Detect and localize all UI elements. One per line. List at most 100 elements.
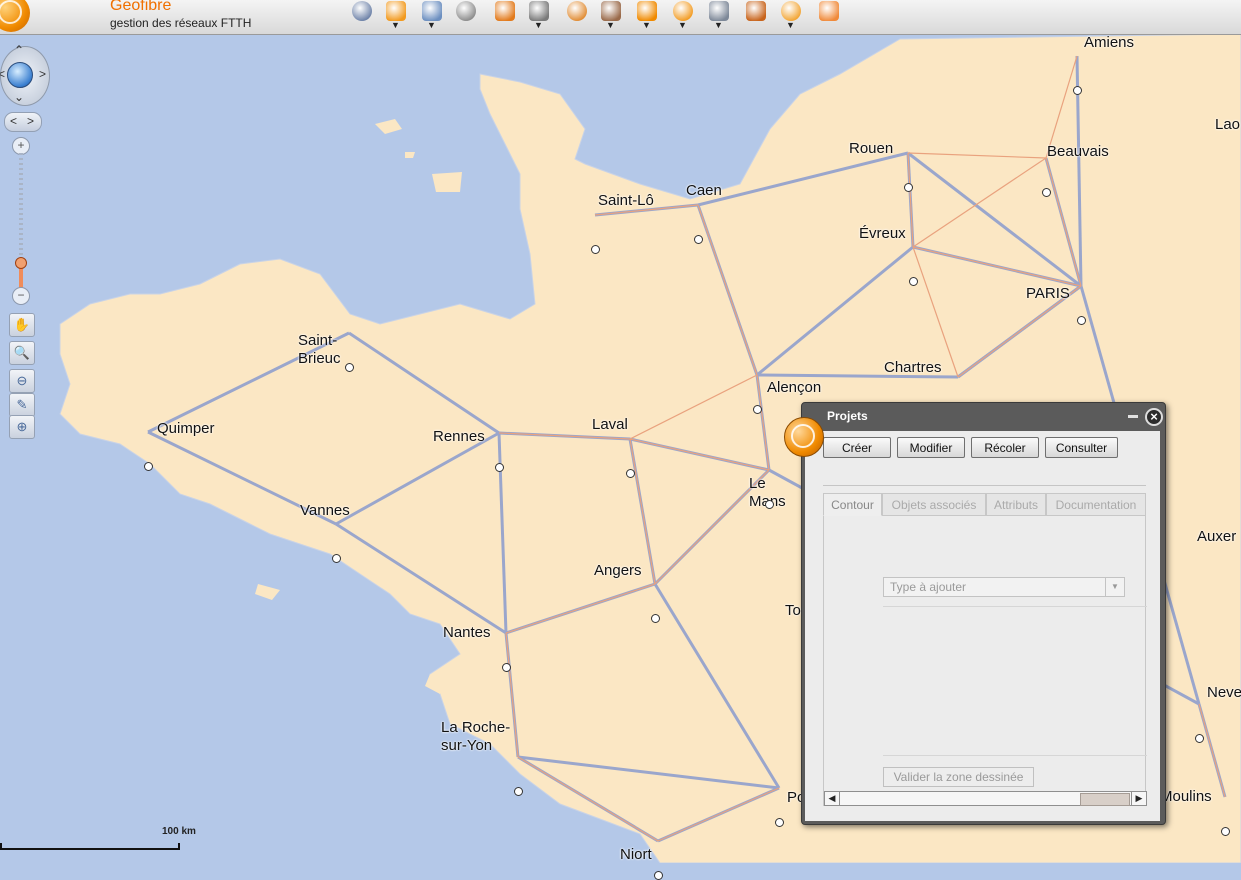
city-marker[interactable] [1042, 188, 1051, 197]
dropdown-arrow-icon[interactable]: ▼ [534, 20, 543, 30]
scroll-right-icon[interactable]: ▶ [1131, 792, 1146, 805]
city-marker[interactable] [1077, 316, 1086, 325]
city-marker[interactable] [332, 554, 341, 563]
pan-control[interactable]: ⌃ ⌄ < > [0, 43, 50, 106]
city-marker[interactable] [591, 245, 600, 254]
city-label: Rouen [849, 140, 894, 157]
city-marker[interactable] [909, 277, 918, 286]
panel-body: Créer Modifier Récoler Consulter Contour… [805, 431, 1160, 821]
city-label: Saint-Lô [598, 192, 654, 209]
city-marker[interactable] [495, 463, 504, 472]
city-label: Évreux [859, 225, 906, 242]
recoler-button[interactable]: Récoler [971, 437, 1039, 458]
city-label: Neve [1207, 684, 1241, 701]
city-label: Caen [686, 182, 722, 199]
globe-icon[interactable] [7, 62, 33, 88]
city-marker[interactable] [144, 462, 153, 471]
tab-contour[interactable]: Contour [823, 493, 882, 516]
globe-tool-button[interactable]: ▼ [634, 1, 660, 31]
users-icon [819, 1, 839, 21]
land-channel-island-2 [432, 172, 462, 192]
tab-attributs[interactable]: Attributs [986, 493, 1046, 516]
scale-label: 100 km [162, 826, 196, 837]
dropdown-arrow-icon[interactable]: ▼ [786, 20, 795, 30]
save-tool-button[interactable]: ▼ [670, 1, 696, 31]
pie-chart-tool-button[interactable] [492, 1, 518, 31]
history-forward-icon[interactable]: > [27, 114, 34, 128]
chevron-down-icon[interactable]: ▼ [1105, 578, 1124, 596]
city-label: Moulins [1160, 788, 1212, 805]
city-marker[interactable] [654, 871, 663, 880]
city-label: Angers [594, 562, 642, 579]
hand-pan-icon[interactable]: ✋ [9, 313, 35, 337]
dropdown-arrow-icon[interactable]: ▼ [427, 20, 436, 30]
city-label: Vannes [300, 502, 350, 519]
scroll-thumb[interactable] [1080, 793, 1130, 806]
consulter-button[interactable]: Consulter [1045, 437, 1118, 458]
divider [823, 485, 1146, 486]
dropdown-arrow-icon[interactable]: ▼ [391, 20, 400, 30]
map-pin-tool-button[interactable] [349, 1, 375, 31]
gear-icon [781, 1, 801, 21]
scroll-left-icon[interactable]: ◀ [825, 792, 840, 805]
close-icon[interactable]: × [1145, 408, 1163, 426]
city-marker[interactable] [502, 663, 511, 672]
layers-tool-button[interactable]: ▼ [419, 1, 445, 31]
pan-right-arrow-icon[interactable]: > [39, 67, 46, 81]
wrench-tool-button[interactable]: ▼ [526, 1, 552, 31]
creer-button[interactable]: Créer [823, 437, 891, 458]
minimize-icon[interactable] [1128, 415, 1138, 418]
pan-left-arrow-icon[interactable]: < [0, 67, 5, 81]
basket-tool-button[interactable] [743, 1, 769, 31]
gear-tool-button[interactable]: ▼ [778, 1, 804, 31]
dropdown-arrow-icon[interactable]: ▼ [642, 20, 651, 30]
dropdown-arrow-icon[interactable]: ▼ [606, 20, 615, 30]
city-marker[interactable] [1221, 827, 1230, 836]
zoom-in-icon[interactable]: ⊕ [9, 415, 35, 439]
city-marker[interactable] [765, 500, 774, 509]
land-belle-ile [255, 584, 280, 600]
person-tool-button[interactable] [453, 1, 479, 31]
city-marker[interactable] [345, 363, 354, 372]
city-label: Amiens [1084, 34, 1135, 51]
city-marker[interactable] [775, 818, 784, 827]
city-marker[interactable] [651, 614, 660, 623]
print-tool-button[interactable]: ▼ [706, 1, 732, 31]
target-tool-button[interactable]: ▼ [383, 1, 409, 31]
city-label: Laval [592, 416, 628, 433]
type-select-value: Type à ajouter [890, 580, 967, 594]
pie-chart-icon [495, 1, 515, 21]
type-select[interactable]: Type à ajouter ▼ [883, 577, 1125, 597]
city-marker[interactable] [1195, 734, 1204, 743]
dropdown-arrow-icon[interactable]: ▼ [678, 20, 687, 30]
zoom-thumb[interactable] [15, 257, 27, 269]
horizontal-scrollbar[interactable]: ◀ ▶ [824, 791, 1147, 806]
zoom-out-icon[interactable]: ⊖ [9, 369, 35, 393]
users-tool-button[interactable] [816, 1, 842, 31]
tab-documentation[interactable]: Documentation [1046, 493, 1146, 516]
city-marker[interactable] [626, 469, 635, 478]
history-back-icon[interactable]: < [10, 114, 17, 128]
panel-title: Projets [827, 409, 868, 423]
zoom-slider[interactable]: + − [12, 137, 30, 305]
pan-down-arrow-icon[interactable]: ⌄ [14, 90, 24, 104]
city-marker[interactable] [514, 787, 523, 796]
zoom-out-button[interactable]: − [12, 287, 30, 305]
geofibre-logo-icon [0, 0, 30, 32]
tab-objets-associes[interactable]: Objets associés [882, 493, 986, 516]
validate-zone-button[interactable]: Valider la zone dessinée [883, 767, 1034, 787]
city-marker[interactable] [1073, 86, 1082, 95]
app-subtitle: gestion des réseaux FTTH [110, 16, 252, 30]
dropdown-arrow-icon[interactable]: ▼ [714, 20, 723, 30]
document-tool-button[interactable]: ▼ [598, 1, 624, 31]
target-icon [386, 1, 406, 21]
pan-up-arrow-icon[interactable]: ⌃ [14, 43, 24, 57]
eraser-icon[interactable]: ✎ [9, 393, 35, 417]
city-marker[interactable] [753, 405, 762, 414]
eye-tool-button[interactable] [564, 1, 590, 31]
zoom-box-icon[interactable]: 🔍 [9, 341, 35, 365]
city-marker[interactable] [904, 183, 913, 192]
eye-icon [567, 1, 587, 21]
city-marker[interactable] [694, 235, 703, 244]
modifier-button[interactable]: Modifier [897, 437, 965, 458]
